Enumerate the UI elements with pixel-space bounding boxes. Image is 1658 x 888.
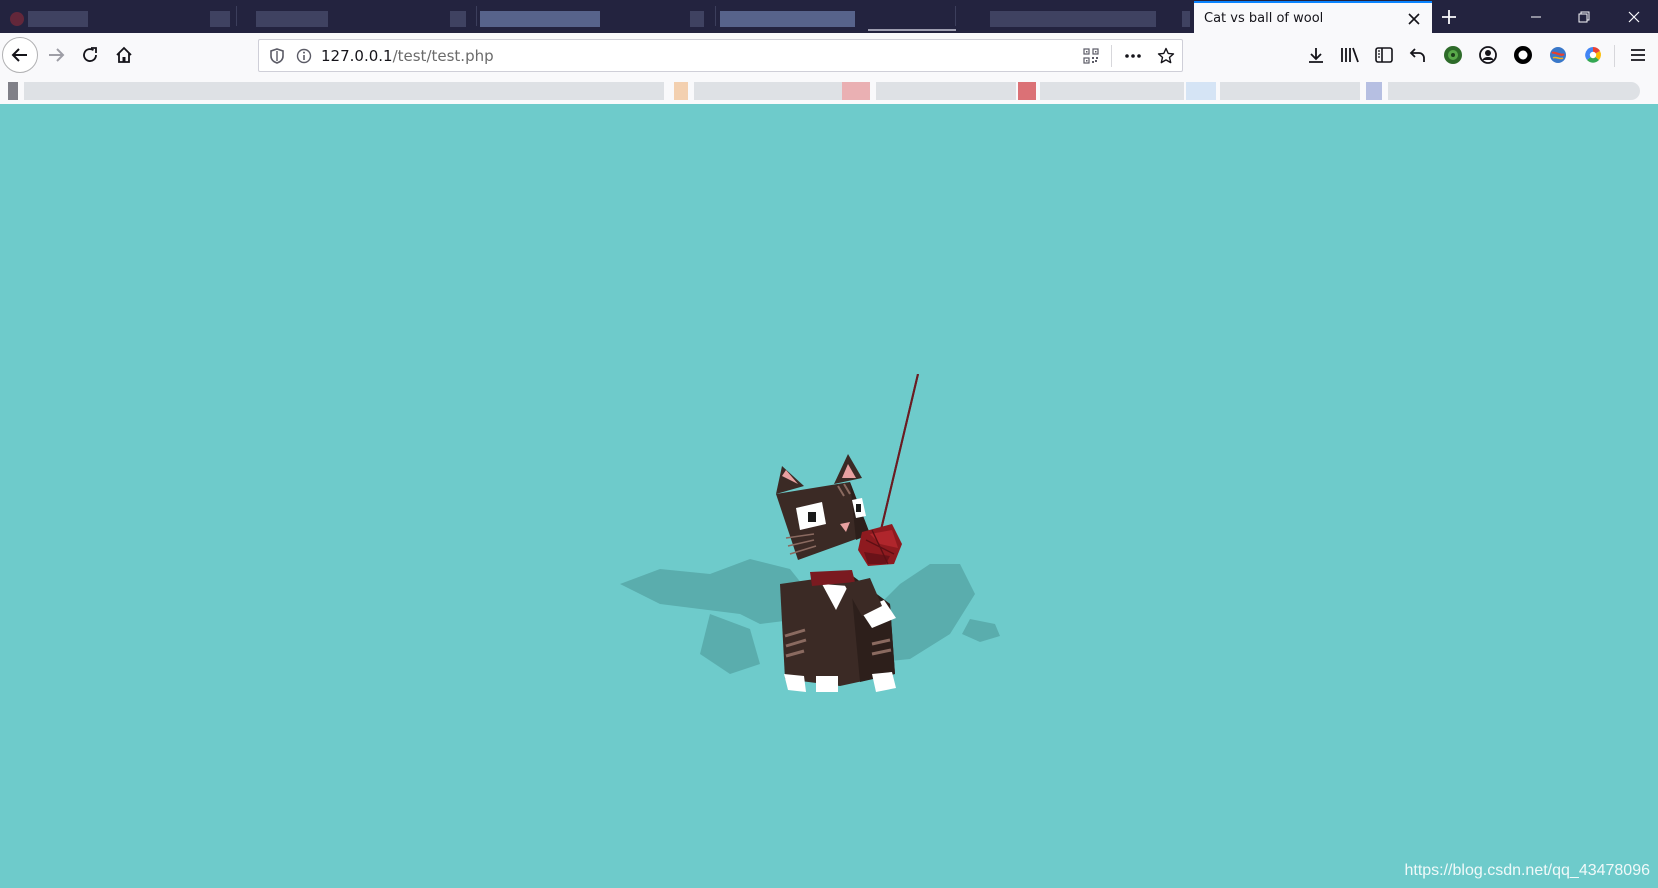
shield-icon[interactable] [263,47,291,64]
reload-icon[interactable] [74,39,106,71]
qr-code-icon[interactable] [1075,47,1107,64]
bookmark-item-blurred[interactable] [694,82,842,100]
plus-icon[interactable] [1436,4,1462,30]
account-icon[interactable] [1472,39,1504,71]
info-icon[interactable] [291,48,317,64]
arrow-left-icon[interactable] [2,37,38,73]
download-icon[interactable] [1300,39,1332,71]
url-separator [1111,44,1112,67]
toolbar-separator [1614,45,1615,67]
tab-blurred-3[interactable] [450,0,715,33]
library-icon[interactable] [1334,39,1366,71]
tab-blurred-2[interactable] [238,0,473,33]
bookmark-item-blurred[interactable] [1366,82,1382,100]
tab-blurred-5[interactable] [960,0,1192,33]
undo-icon[interactable] [1402,39,1434,71]
color-wheel-icon[interactable] [1577,39,1609,71]
bookmark-item-blurred[interactable] [876,82,1016,100]
arrow-right-icon[interactable] [40,39,72,71]
url-text[interactable]: 127.0.0.1/test/test.php [321,46,494,65]
hamburger-icon[interactable] [1622,39,1654,71]
minimize-icon[interactable] [1512,0,1560,33]
star-icon[interactable] [1150,47,1182,65]
bookmark-folder-icon[interactable] [8,82,18,100]
bookmark-item-blurred[interactable] [1186,82,1216,100]
watermark-text: https://blog.csdn.net/qq_43478096 [1404,862,1650,879]
green-circle-icon[interactable] [1437,39,1469,71]
navigation-toolbar: 127.0.0.1/test/test.php [0,33,1658,78]
tab-strip: Cat vs ball of wool [0,0,1658,34]
address-bar[interactable]: 127.0.0.1/test/test.php [258,39,1183,72]
cat-body [780,570,895,686]
active-tab-title: Cat vs ball of wool [1204,11,1324,26]
tab-separator [236,6,237,26]
bookmark-item-blurred[interactable] [1388,82,1640,100]
ellipsis-icon[interactable] [1116,53,1150,59]
sidebar-icon[interactable] [1368,39,1400,71]
bookmark-item-blurred[interactable] [1220,82,1360,100]
tab-blurred-1[interactable] [0,0,235,33]
restore-icon[interactable] [1560,0,1608,33]
bookmarks-toolbar [0,78,1658,104]
active-tab[interactable]: Cat vs ball of wool [1194,1,1432,34]
bookmark-item-blurred[interactable] [1040,82,1184,100]
home-icon[interactable] [108,39,140,71]
bookmark-item-blurred[interactable] [24,82,664,100]
tab-blurred-4[interactable] [690,0,956,33]
bookmark-item-blurred[interactable] [1018,82,1036,100]
close-icon[interactable] [1610,0,1658,33]
bookmark-item-blurred[interactable] [674,82,688,100]
url-path: /test/test.php [392,47,494,65]
globe-icon[interactable] [1542,39,1574,71]
ring-icon[interactable] [1507,39,1539,71]
bookmark-item-blurred[interactable] [842,82,870,100]
url-host: 127.0.0.1 [321,47,393,65]
page-canvas[interactable]: https://blog.csdn.net/qq_43478096 [0,104,1658,888]
close-icon[interactable] [1402,7,1426,31]
cat-with-ball-of-wool-illustration [620,374,1000,692]
cat-head [776,454,870,560]
tab-separator [955,6,956,26]
